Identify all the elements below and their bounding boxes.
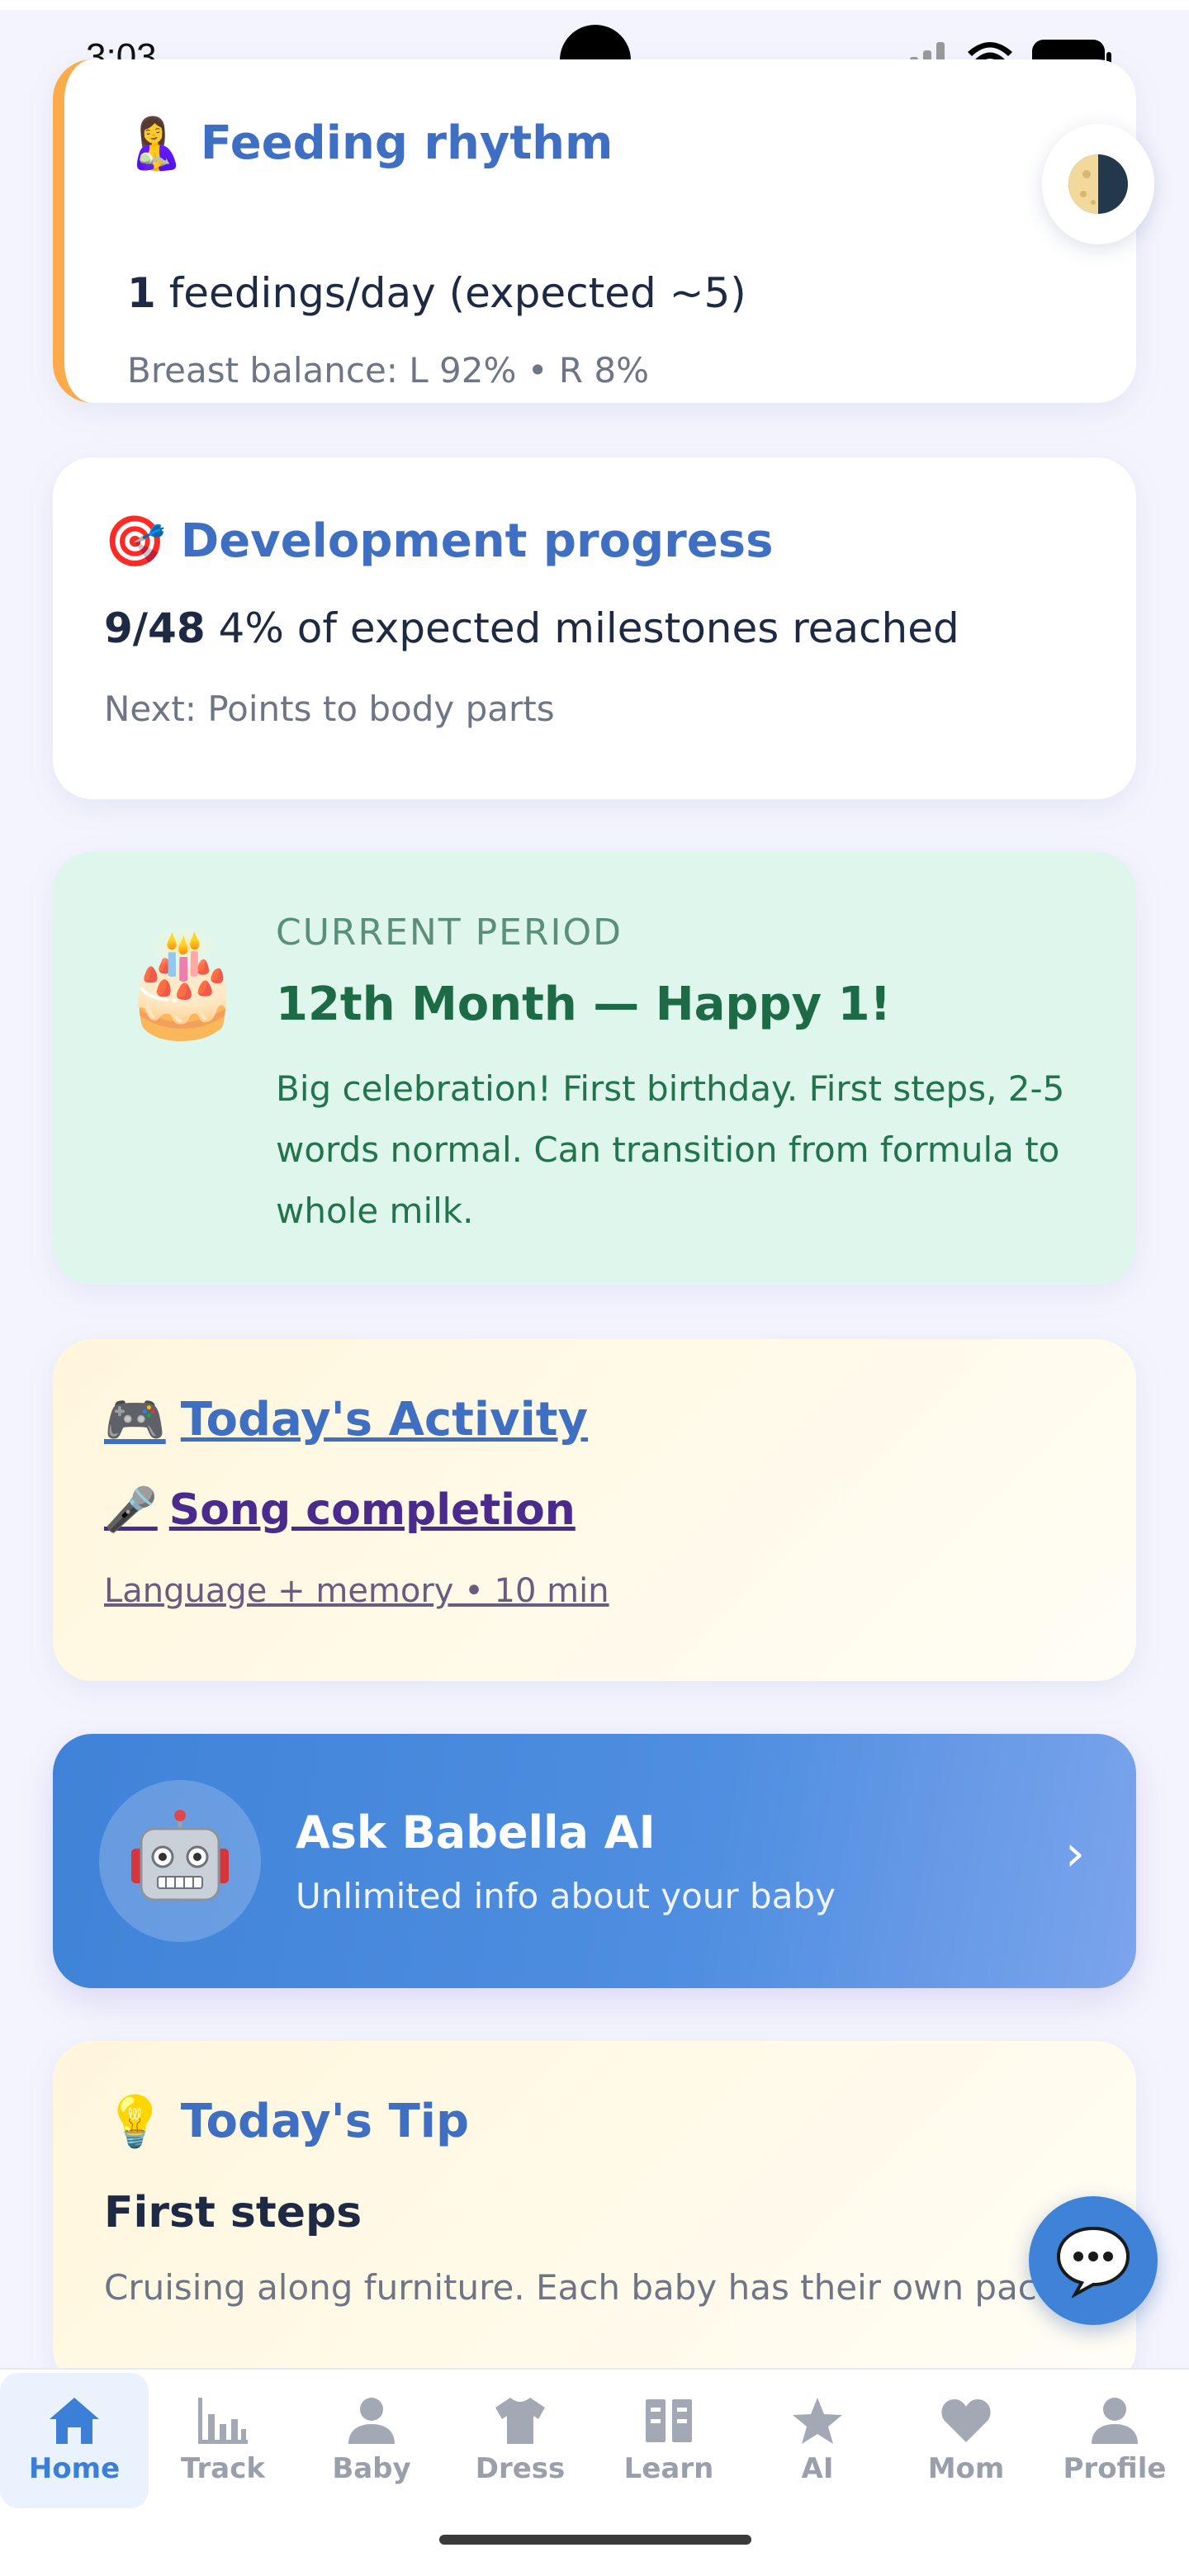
development-progress-card[interactable]: 🎯 Development progress 9/48 4% of expect…	[53, 457, 1136, 799]
theme-toggle-button[interactable]	[1042, 124, 1154, 244]
breast-balance: Breast balance: L 92% • R 8%	[127, 350, 650, 391]
nav-label-baby: Baby	[332, 2452, 411, 2485]
nav-label-profile: Profile	[1063, 2452, 1167, 2485]
nav-item-profile[interactable]: Profile	[1040, 2373, 1189, 2508]
ai-banner-title: Ask Babella AI	[296, 1807, 656, 1859]
nav-item-ai[interactable]: AI	[743, 2373, 892, 2508]
nav-item-home[interactable]: Home	[0, 2373, 149, 2508]
nav-item-learn[interactable]: Learn	[594, 2373, 743, 2508]
breastfeeding-icon: 🤱	[124, 115, 186, 173]
robot-avatar	[99, 1780, 261, 1942]
robot-icon	[131, 1810, 229, 1901]
nav-item-baby[interactable]: Baby	[297, 2373, 446, 2508]
bottom-navigation: Home Track Baby Dress Learn AI Mom Profi…	[0, 2368, 1189, 2576]
ai-banner-subtitle: Unlimited info about your baby	[296, 1876, 836, 1916]
profile-icon	[1092, 2398, 1138, 2444]
period-description: Big celebration! First birthday. First s…	[276, 1068, 1065, 1231]
microphone-icon: 🎤	[104, 1485, 158, 1535]
nav-label-mom: Mom	[927, 2452, 1005, 2485]
nav-item-dress[interactable]: Dress	[446, 2373, 594, 2508]
nav-label-dress: Dress	[475, 2452, 566, 2485]
activity-name-text: Song completion	[168, 1485, 576, 1535]
activity-title-text: Today's Activity	[180, 1393, 589, 1447]
milestone-fraction: 9/48	[104, 604, 206, 652]
feeding-count: 1	[127, 269, 156, 317]
todays-activity-card[interactable]: 🎮 Today's Activity 🎤 Song completion Lan…	[53, 1339, 1136, 1681]
feeding-count-line: 1 feedings/day (expected ~5)	[127, 269, 746, 317]
home-indicator	[439, 2535, 751, 2545]
tip-title: 💡 Today's Tip	[104, 2092, 469, 2151]
home-icon	[50, 2398, 99, 2444]
chevron-right-icon: ›	[1065, 1825, 1085, 1882]
heart-icon	[941, 2399, 991, 2442]
nav-label-home: Home	[28, 2452, 121, 2485]
book-icon	[646, 2399, 692, 2442]
game-controller-icon: 🎮	[104, 1391, 166, 1449]
period-title: 12th Month — Happy 1!	[276, 978, 892, 1031]
milestone-summary: 9/48 4% of expected milestones reached	[104, 604, 959, 652]
feeding-rhythm-card[interactable]: 🤱 Feeding rhythm 1 feedings/day (expecte…	[53, 59, 1136, 403]
nav-item-mom[interactable]: Mom	[892, 2373, 1040, 2508]
activity-name[interactable]: 🎤 Song completion	[104, 1485, 576, 1536]
activity-meta[interactable]: Language + memory • 10 min	[104, 1572, 609, 1610]
tip-title-text: Today's Tip	[180, 2095, 470, 2148]
period-label: CURRENT PERIOD	[276, 912, 623, 954]
nav-label-ai: AI	[801, 2452, 834, 2485]
ask-ai-banner[interactable]: Ask Babella AI Unlimited info about your…	[53, 1734, 1136, 1988]
target-icon: 🎯	[104, 513, 166, 571]
nav-label-track: Track	[181, 2452, 265, 2485]
person-icon	[348, 2398, 395, 2444]
chat-fab-button[interactable]	[1029, 2196, 1158, 2325]
next-milestone: Next: Points to body parts	[104, 689, 555, 729]
development-title-text: Development progress	[180, 514, 774, 568]
star-icon	[793, 2398, 842, 2444]
light-bulb-icon: 💡	[104, 2093, 166, 2151]
feeding-count-suffix: feedings/day (expected ~5)	[155, 269, 746, 317]
tip-text: Cruising along furniture. Each baby has …	[104, 2267, 1070, 2308]
chart-icon	[198, 2398, 248, 2444]
chat-bubble-icon	[1056, 2226, 1130, 2298]
activity-title[interactable]: 🎮 Today's Activity	[104, 1390, 588, 1449]
feeding-title-text: Feeding rhythm	[200, 116, 613, 170]
todays-tip-card[interactable]: 💡 Today's Tip First steps Cruising along…	[53, 2041, 1136, 2388]
birthday-cake-icon: 🎂	[119, 923, 247, 1042]
development-title: 🎯 Development progress	[104, 512, 773, 571]
nav-item-track[interactable]: Track	[149, 2373, 297, 2508]
tip-headline: First steps	[104, 2188, 362, 2237]
milestone-summary-text: 4% of expected milestones reached	[205, 604, 959, 652]
shirt-icon	[495, 2398, 545, 2444]
nav-label-learn: Learn	[623, 2452, 714, 2485]
moon-icon	[1068, 154, 1128, 214]
current-period-card: 🎂 CURRENT PERIOD 12th Month — Happy 1! B…	[53, 852, 1136, 1285]
feeding-title: 🤱 Feeding rhythm	[124, 114, 613, 173]
